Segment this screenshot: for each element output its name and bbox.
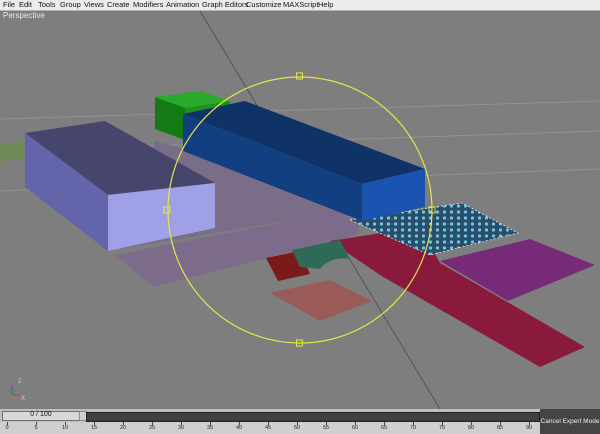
menu-edit[interactable]: Edit (19, 0, 32, 10)
timeline-tick-label: 45 (264, 425, 272, 431)
green-plane[interactable] (0, 141, 28, 162)
menu-maxscript[interactable]: MAXScript (283, 0, 318, 10)
timeline-tick-label: 35 (206, 425, 214, 431)
menu-graph-editors[interactable]: Graph Editors (202, 0, 248, 10)
timeline-tick-label: 10 (61, 425, 69, 431)
timeline-tick-label: 20 (119, 425, 127, 431)
timeline-tick-label: 75 (438, 425, 446, 431)
axis-tripod-icon: Z X (11, 379, 25, 402)
timeline-tick-label: 0 (5, 425, 9, 431)
menu-tools[interactable]: Tools (38, 0, 56, 10)
menu-help[interactable]: Help (318, 0, 333, 10)
salmon-plane[interactable] (270, 280, 372, 321)
menu-bar: File Edit Tools Group Views Create Modifiers An… (0, 0, 600, 11)
bottom-bar: 0 / 100 0 5 10 15 20 25 30 35 40 45 50 55 60 65 70 75 80… (0, 409, 600, 434)
timeline-ruler[interactable]: 0 5 10 15 20 25 30 35 40 45 50 55 60 65 70 75 80 85 90 (0, 422, 540, 434)
menu-views[interactable]: Views (84, 0, 104, 10)
menu-group[interactable]: Group (60, 0, 81, 10)
time-slider[interactable]: 0 / 100 (2, 411, 80, 421)
perspective-viewport[interactable]: Z X Perspective (0, 11, 600, 409)
menu-animation[interactable]: Animation (166, 0, 199, 10)
svg-text:Z: Z (18, 379, 22, 385)
menu-create[interactable]: Create (107, 0, 130, 10)
time-slider-value: 0 / 100 (30, 411, 52, 418)
svg-text:X: X (21, 396, 25, 402)
track-bar[interactable] (86, 412, 540, 422)
timeline-tick-label: 40 (235, 425, 243, 431)
menu-file[interactable]: File (3, 0, 15, 10)
timeline-tick-label: 30 (177, 425, 185, 431)
viewport-label[interactable]: Perspective (3, 11, 45, 20)
menu-modifiers[interactable]: Modifiers (133, 0, 163, 10)
gizmo-handle-top[interactable] (296, 72, 303, 80)
timeline-tick-label: 85 (496, 425, 504, 431)
timeline-tick-label: 70 (409, 425, 417, 431)
timeline-tick-label: 60 (351, 425, 359, 431)
timeline-tick-label: 55 (322, 425, 330, 431)
menu-customize[interactable]: Customize (246, 0, 281, 10)
timeline-tick-label: 25 (148, 425, 156, 431)
timeline-tick-label: 65 (380, 425, 388, 431)
cancel-expert-mode-button[interactable]: Cancel Expert Mode (540, 409, 600, 434)
timeline-tick-label: 90 (525, 425, 533, 431)
timeline-tick-label: 50 (293, 425, 301, 431)
timeline-tick-label: 80 (467, 425, 475, 431)
viewport-scene[interactable]: Z X (0, 11, 600, 409)
timeline-tick-label: 5 (34, 425, 38, 431)
timeline-tick-label: 15 (90, 425, 98, 431)
